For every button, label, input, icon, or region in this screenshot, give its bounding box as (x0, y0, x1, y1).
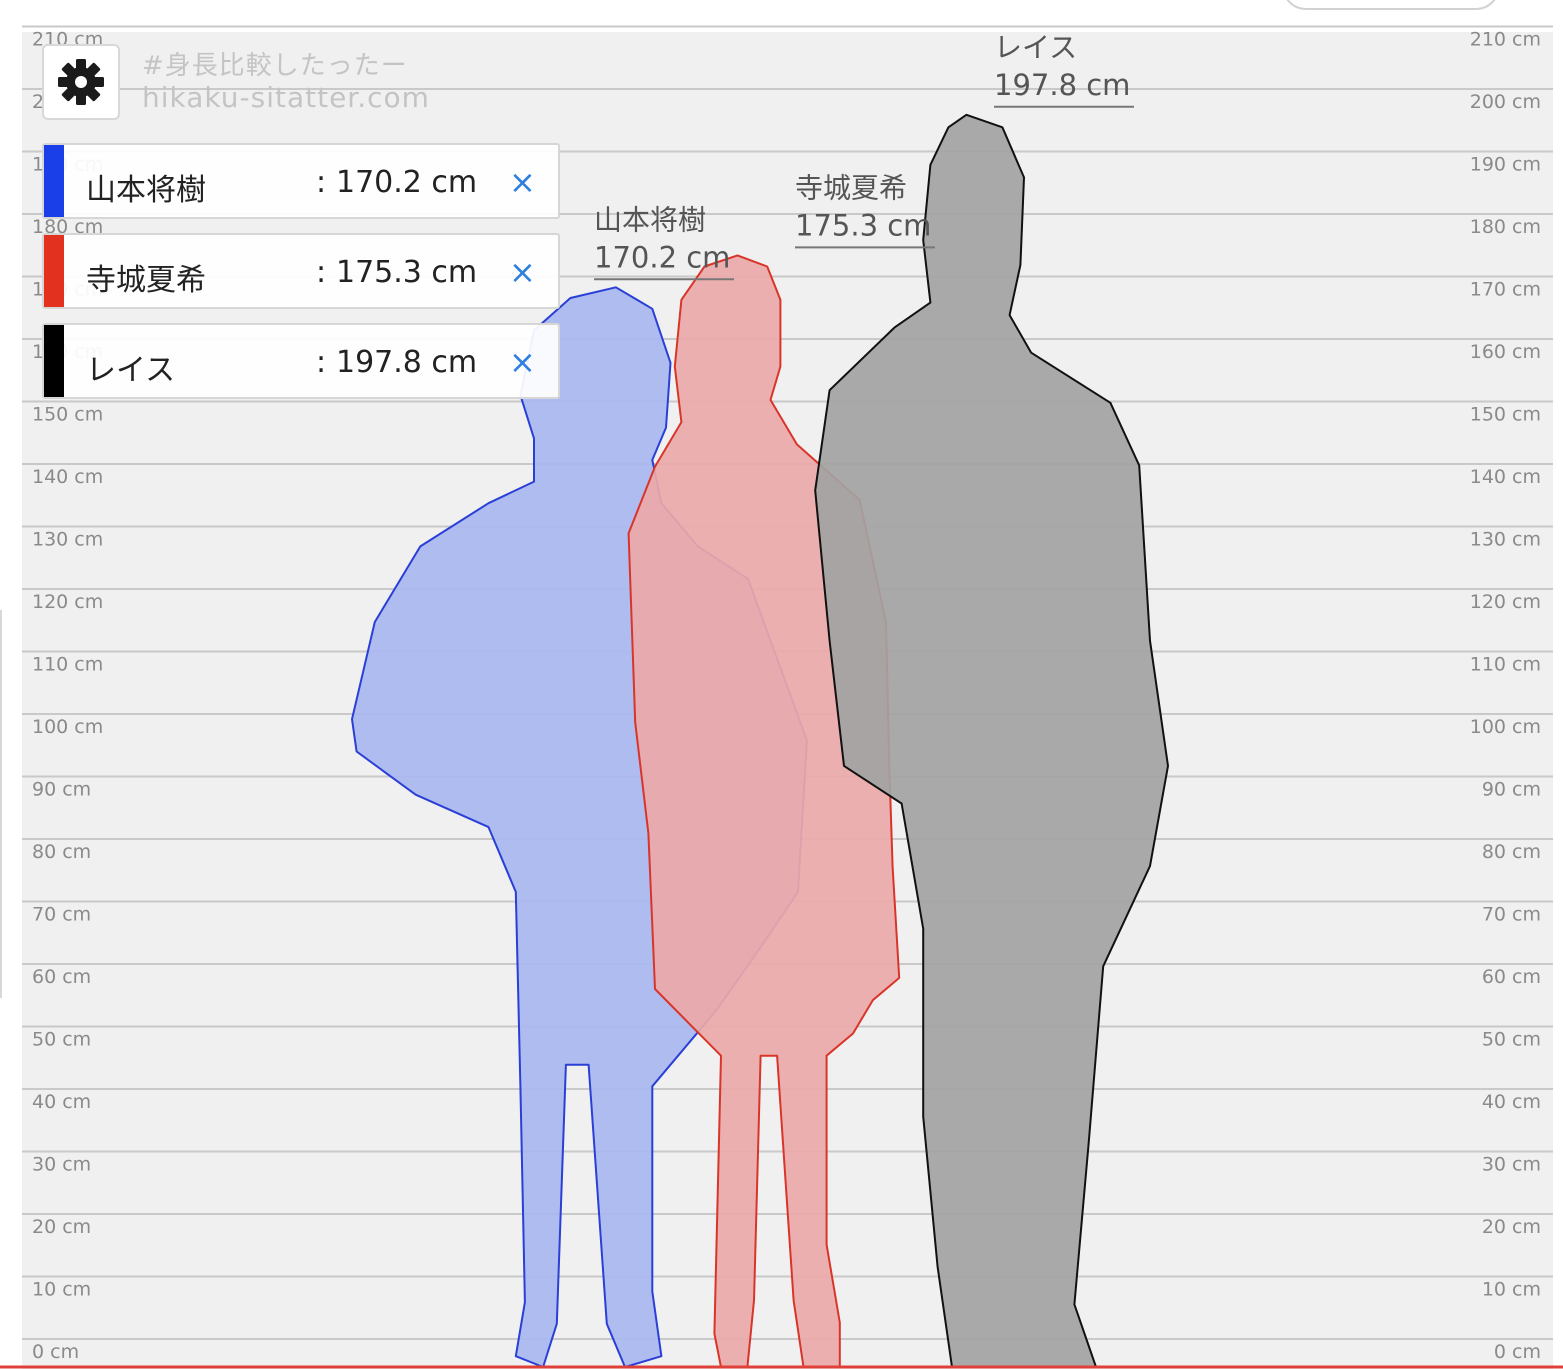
y-tick-label-left: 130 cm (32, 529, 103, 551)
legend-item[interactable]: 寺城夏希 : 175.3 cm × (42, 233, 560, 309)
close-icon[interactable]: × (509, 253, 536, 291)
y-tick-label-left: 0 cm (32, 1341, 79, 1363)
y-tick-label-left: 150 cm (32, 404, 103, 426)
y-tick-label-right: 120 cm (1470, 591, 1541, 613)
legend-separator: : (316, 165, 327, 200)
y-tick-label-left: 100 cm (32, 716, 103, 738)
y-tick-label-right: 10 cm (1482, 1279, 1541, 1301)
settings-button[interactable] (42, 44, 120, 120)
y-tick-label-right: 90 cm (1482, 779, 1541, 801)
y-tick-label-right: 130 cm (1470, 529, 1541, 551)
y-tick-label-right: 140 cm (1470, 466, 1541, 488)
y-tick-label-left: 90 cm (32, 779, 91, 801)
y-tick-label-left: 110 cm (32, 654, 103, 676)
y-tick-label-right: 50 cm (1482, 1029, 1541, 1051)
legend-swatch (44, 145, 64, 217)
legend-height: 175.3 cm (336, 255, 478, 290)
person-height-label: 197.8 cm (994, 68, 1130, 102)
legend-height: 197.8 cm (336, 345, 478, 380)
y-tick-label-left: 40 cm (32, 1091, 91, 1113)
y-tick-label-right: 190 cm (1470, 154, 1541, 176)
y-tick-label-right: 80 cm (1482, 841, 1541, 863)
top-pill-button[interactable] (1282, 0, 1500, 10)
person-height-label: 170.2 cm (594, 240, 730, 274)
y-tick-label-right: 170 cm (1470, 279, 1541, 301)
y-tick-label-right: 0 cm (1494, 1341, 1541, 1363)
y-tick-label-right: 20 cm (1482, 1216, 1541, 1238)
y-tick-label-right: 200 cm (1470, 91, 1541, 113)
close-icon[interactable]: × (509, 343, 536, 381)
legend-swatch (44, 235, 64, 307)
legend-item[interactable]: 山本将樹 : 170.2 cm × (42, 143, 560, 219)
y-tick-label-left: 10 cm (32, 1279, 91, 1301)
legend-height: 170.2 cm (336, 165, 478, 200)
y-tick-label-right: 100 cm (1470, 716, 1541, 738)
y-tick-label-right: 30 cm (1482, 1154, 1541, 1176)
legend-separator: : (316, 255, 327, 290)
y-tick-label-right: 180 cm (1470, 216, 1541, 238)
person-height-label: 175.3 cm (795, 208, 931, 242)
watermark: #身長比較したったー hikaku-sitatter.com (142, 50, 430, 114)
y-tick-label-right: 70 cm (1482, 904, 1541, 926)
close-icon[interactable]: × (509, 163, 536, 201)
scroll-edge (0, 610, 2, 998)
y-tick-label-right: 210 cm (1470, 29, 1541, 51)
y-tick-label-right: 60 cm (1482, 966, 1541, 988)
y-tick-label-right: 40 cm (1482, 1091, 1541, 1113)
legend-name: 寺城夏希 (86, 263, 206, 298)
y-tick-label-left: 60 cm (32, 966, 91, 988)
gear-icon (58, 59, 104, 105)
y-tick-label-left: 140 cm (32, 466, 103, 488)
y-tick-label-left: 80 cm (32, 841, 91, 863)
person-name-label: レイス (994, 31, 1077, 64)
person-name-label: 寺城夏希 (795, 171, 907, 204)
watermark-url: hikaku-sitatter.com (142, 81, 430, 114)
y-tick-label-right: 110 cm (1470, 654, 1541, 676)
y-tick-label-left: 70 cm (32, 904, 91, 926)
watermark-hashtag: #身長比較したったー (142, 51, 408, 81)
legend-name: レイス (86, 353, 176, 388)
y-tick-label-right: 150 cm (1470, 404, 1541, 426)
person-name-label: 山本将樹 (594, 203, 706, 236)
legend-item[interactable]: レイス : 197.8 cm × (42, 323, 560, 399)
y-tick-label-left: 120 cm (32, 591, 103, 613)
y-tick-label-left: 30 cm (32, 1154, 91, 1176)
y-tick-label-left: 50 cm (32, 1029, 91, 1051)
legend-swatch (44, 325, 64, 397)
y-tick-label-right: 160 cm (1470, 341, 1541, 363)
legend-name: 山本将樹 (86, 173, 206, 208)
y-tick-label-left: 20 cm (32, 1216, 91, 1238)
legend-separator: : (316, 345, 327, 380)
